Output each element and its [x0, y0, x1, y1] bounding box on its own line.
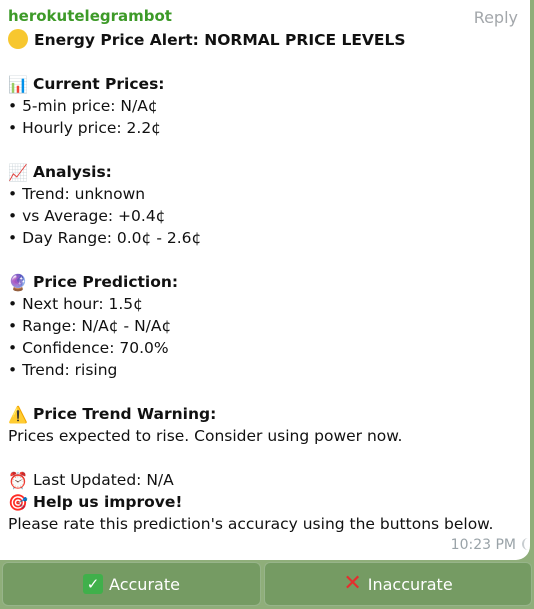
- accurate-button[interactable]: ✓ Accurate: [2, 562, 261, 606]
- message-line: 📊 Current Prices:: [8, 73, 523, 95]
- line-text: • 5-min price: N/A¢: [8, 97, 158, 115]
- target-icon: 🎯: [8, 493, 28, 512]
- message-line: ⏰ Last Updated: N/A: [8, 469, 523, 491]
- message-line: Energy Price Alert: NORMAL PRICE LEVELS: [8, 29, 523, 51]
- section-heading: Help us improve!: [33, 493, 183, 511]
- reply-button[interactable]: Reply: [474, 8, 518, 27]
- line-text: • Range: N/A¢ - N/A¢: [8, 317, 172, 335]
- section-heading: Current Prices:: [33, 75, 165, 93]
- line-text: • Trend: rising: [8, 361, 118, 379]
- message-line: 🔮 Price Prediction:: [8, 271, 523, 293]
- section-heading: Energy Price Alert: NORMAL PRICE LEVELS: [34, 31, 406, 49]
- yellow-circle-icon: [8, 29, 28, 49]
- message-line: • vs Average: +0.4¢: [8, 205, 523, 227]
- sender-name[interactable]: herokutelegrambot: [8, 7, 172, 25]
- crystal-ball-icon: 🔮: [8, 273, 28, 292]
- line-text: • Trend: unknown: [8, 185, 146, 203]
- message-line: • Confidence: 70.0%: [8, 337, 523, 359]
- line-text: • Confidence: 70.0%: [8, 339, 169, 357]
- line-text: • Hourly price: 2.2¢: [8, 119, 162, 137]
- message-line: • Trend: rising: [8, 359, 523, 381]
- inaccurate-label: Inaccurate: [367, 574, 453, 594]
- line-text: Prices expected to rise. Consider using …: [8, 427, 403, 445]
- inaccurate-button[interactable]: ✕ Inaccurate: [264, 562, 532, 606]
- check-mark-icon: ✓: [83, 574, 104, 594]
- warning-icon: ⚠️: [8, 405, 28, 424]
- message-line: • Day Range: 0.0¢ - 2.6¢: [8, 227, 523, 249]
- line-text: Last Updated: N/A: [33, 471, 174, 489]
- section-heading: Price Trend Warning:: [33, 405, 217, 423]
- message-line: • 5-min price: N/A¢: [8, 95, 523, 117]
- section-heading: Price Prediction:: [33, 273, 179, 291]
- message-line: ⚠️ Price Trend Warning:: [8, 403, 523, 425]
- alarm-clock-icon: ⏰: [8, 471, 28, 490]
- message-text: Energy Price Alert: NORMAL PRICE LEVELS 📊…: [8, 29, 523, 535]
- line-text: • vs Average: +0.4¢: [8, 207, 166, 225]
- trend-chart-icon: 📈: [8, 163, 28, 182]
- cross-mark-icon: ✕: [343, 571, 362, 596]
- message-time: 10:23 PM: [450, 537, 516, 553]
- bar-chart-icon: 📊: [8, 75, 28, 94]
- message-line: • Hourly price: 2.2¢: [8, 117, 523, 139]
- line-text: • Day Range: 0.0¢ - 2.6¢: [8, 229, 202, 247]
- line-text: • Next hour: 1.5¢: [8, 295, 143, 313]
- message-line: 🎯 Help us improve!: [8, 491, 523, 513]
- message-line: Prices expected to rise. Consider using …: [8, 425, 523, 447]
- accurate-label: Accurate: [109, 574, 180, 594]
- message-line: • Trend: unknown: [8, 183, 523, 205]
- message-line: 📈 Analysis:: [8, 161, 523, 183]
- message-line: • Range: N/A¢ - N/A¢: [8, 315, 523, 337]
- section-heading: Analysis:: [33, 163, 112, 181]
- message-line: Please rate this prediction's accuracy u…: [8, 513, 523, 535]
- line-text: Please rate this prediction's accuracy u…: [8, 515, 494, 533]
- message-bubble: herokutelegrambot Reply Energy Price Ale…: [0, 0, 530, 560]
- message-line: • Next hour: 1.5¢: [8, 293, 523, 315]
- bubble-tail: [522, 538, 530, 550]
